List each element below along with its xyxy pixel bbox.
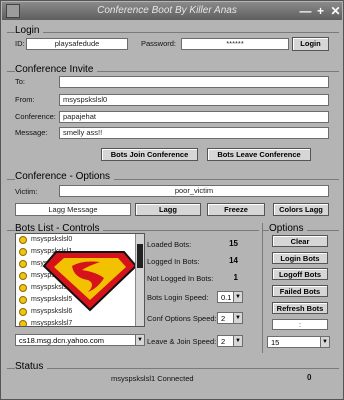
victim-input[interactable]: poor_victim — [59, 185, 329, 197]
smiley-icon — [19, 320, 27, 326]
side-options-title: Options — [269, 223, 308, 234]
message-label: Message: — [15, 128, 48, 137]
lagg-message-input[interactable]: Lagg Message — [15, 203, 131, 216]
invite-section-title: Conference Invite — [15, 64, 98, 75]
close-button[interactable]: ✕ — [328, 4, 343, 18]
options-count-select[interactable]: 15 ▼ — [267, 336, 330, 348]
smiley-icon — [19, 236, 27, 244]
clear-button[interactable]: Clear — [272, 235, 328, 247]
from-input[interactable]: msyspskslsl0 — [59, 94, 329, 106]
conference-label: Conference: — [15, 112, 56, 121]
password-input[interactable]: ****** — [181, 38, 289, 50]
lagg-button[interactable]: Lagg — [135, 203, 201, 216]
chevron-down-icon[interactable]: ▼ — [320, 337, 329, 347]
smiley-icon — [19, 248, 27, 256]
smiley-icon — [19, 284, 27, 292]
conference-input[interactable]: papajehat — [59, 111, 329, 123]
list-scrollbar[interactable] — [135, 234, 144, 326]
to-label: To: — [15, 77, 26, 86]
smiley-icon — [19, 308, 27, 316]
id-label: ID: — [15, 39, 25, 48]
server-select[interactable]: cs18.msg.dcn.yahoo.com ▼ — [15, 334, 145, 346]
leave-join-speed-select[interactable]: 2 ▼ — [217, 335, 243, 347]
status-section-title: Status — [15, 361, 48, 372]
window-title: Conference Boot By Killer Anas — [97, 5, 237, 16]
status-section-line — [7, 368, 339, 369]
status-message: msyspskslsl1 Connected — [111, 374, 194, 383]
bots-listbox[interactable]: msyspskslsl0 msyspskslsl1 msyspskslsl2 m… — [15, 233, 145, 327]
loaded-bots-label: Loaded Bots: — [147, 240, 192, 249]
chevron-down-icon[interactable]: ▼ — [233, 336, 242, 346]
from-label: From: — [15, 95, 35, 104]
minimize-button[interactable]: — — [298, 4, 313, 18]
password-label: Password: — [141, 39, 177, 48]
status-count: 0 — [307, 373, 312, 382]
list-item[interactable]: msyspskslsl0 — [16, 234, 144, 246]
maximize-button[interactable]: + — [313, 4, 328, 18]
login-speed-select[interactable]: 0.1 ▼ — [217, 291, 243, 303]
options-section-title: Conference - Options — [15, 171, 115, 182]
smiley-icon — [19, 260, 27, 268]
victim-label: Victim: — [15, 187, 38, 196]
freeze-button[interactable]: Freeze — [207, 203, 265, 216]
smiley-icon — [19, 296, 27, 304]
login-section-title: Login — [15, 25, 44, 36]
login-bots-button[interactable]: Login Bots — [272, 252, 328, 264]
logged-in-bots-label: Logged In Bots: — [147, 257, 200, 266]
chevron-down-icon[interactable]: ▼ — [233, 313, 242, 323]
logoff-bots-button[interactable]: Logoff Bots — [272, 268, 328, 280]
message-input[interactable]: smelly ass!! — [59, 127, 329, 139]
app-icon — [6, 4, 20, 18]
conf-options-speed-label: Conf Options Speed: — [147, 314, 217, 323]
login-button[interactable]: Login — [292, 37, 329, 51]
loaded-bots-value: 15 — [229, 239, 238, 248]
colors-lagg-button[interactable]: Colors Lagg — [273, 203, 329, 216]
failed-bots-button[interactable]: Failed Bots — [272, 285, 328, 297]
refresh-bots-button[interactable]: Refresh Bots — [272, 302, 328, 314]
chevron-down-icon[interactable]: ▼ — [233, 292, 242, 302]
options-small-input[interactable]: : — [272, 319, 328, 330]
options-divider — [262, 223, 263, 353]
conf-options-speed-select[interactable]: 2 ▼ — [217, 312, 243, 324]
scroll-thumb[interactable] — [137, 244, 143, 268]
logged-in-bots-value: 14 — [229, 256, 238, 265]
to-input[interactable] — [59, 76, 329, 88]
id-input[interactable]: playsafedude — [26, 38, 128, 50]
bots-join-conference-button[interactable]: Bots Join Conference — [101, 148, 198, 161]
not-logged-in-bots-value: 1 — [233, 273, 238, 282]
smiley-icon — [19, 272, 27, 280]
title-bar[interactable]: Conference Boot By Killer Anas — + ✕ — [2, 2, 342, 20]
leave-join-speed-label: Leave & Join Speed: — [147, 337, 217, 346]
not-logged-in-bots-label: Not Logged In Bots: — [147, 274, 214, 283]
bots-leave-conference-button[interactable]: Bots Leave Conference — [207, 148, 311, 161]
app-window: Conference Boot By Killer Anas — + ✕ Log… — [0, 0, 344, 400]
login-speed-label: Bots Login Speed: — [147, 293, 209, 302]
login-section-line — [7, 32, 339, 33]
superman-logo-image — [42, 251, 138, 312]
list-item[interactable]: msyspskslsl7 — [16, 318, 144, 326]
chevron-down-icon[interactable]: ▼ — [135, 335, 144, 345]
